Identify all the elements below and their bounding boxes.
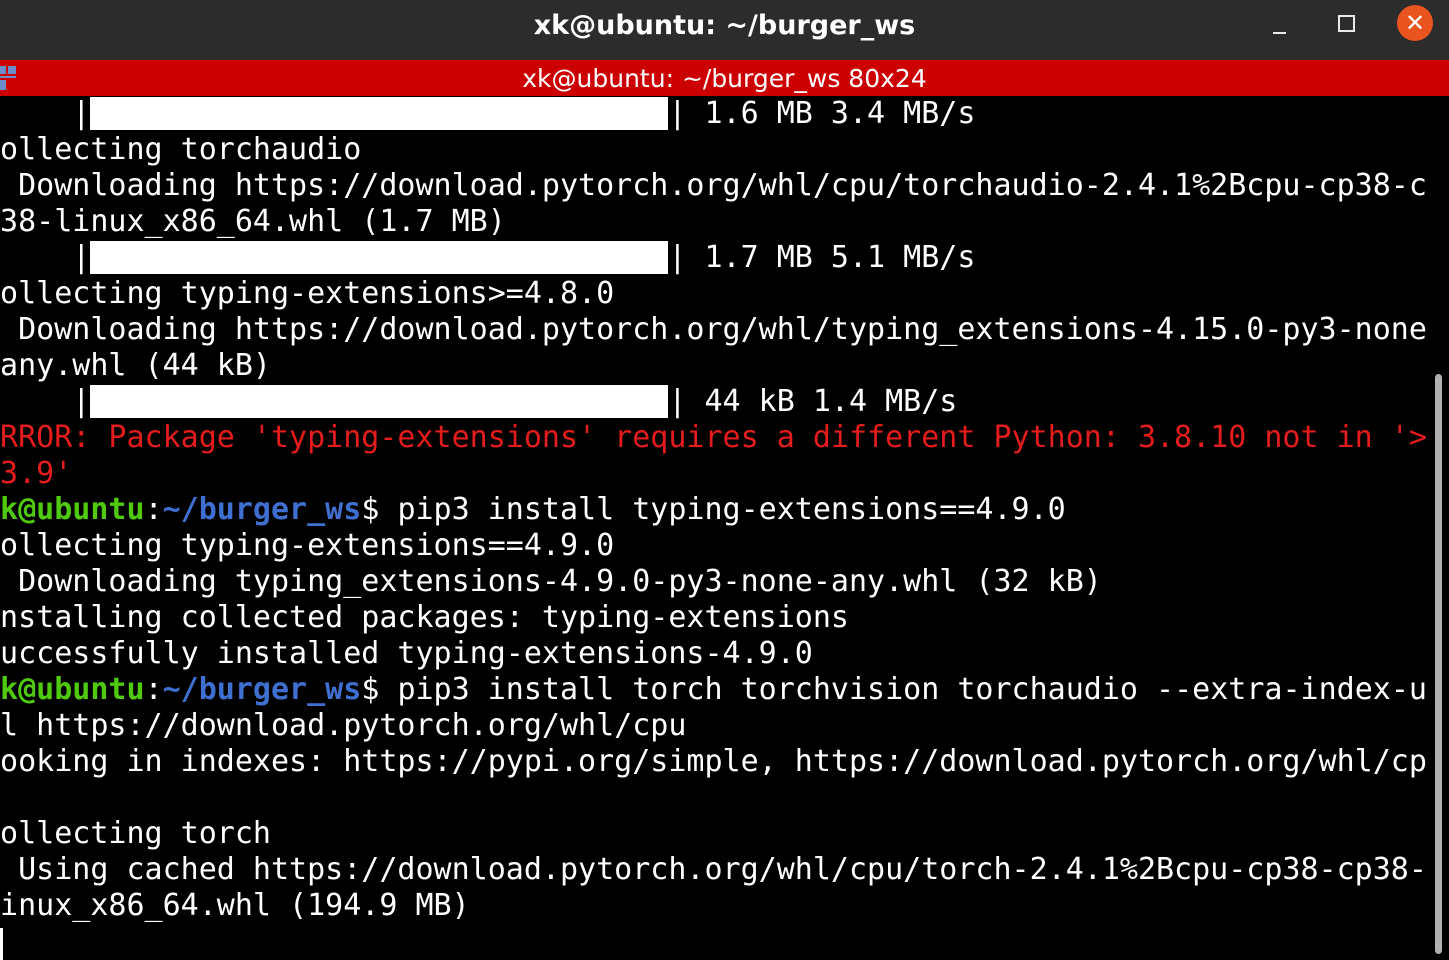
error-line: u xyxy=(0,780,1427,816)
minimize-icon xyxy=(1273,32,1286,34)
window-titlebar[interactable]: xk@ubuntu: ~/burger_ws ✕ xyxy=(0,0,1449,60)
output-line: -any.whl (44 kB) xyxy=(0,348,1427,384)
progress-bar-left: | xyxy=(72,240,91,275)
scrollbar-thumb[interactable] xyxy=(1435,374,1442,954)
progress-line: | | 1.6 MB 3.4 MB/s xyxy=(0,96,1427,132)
progress-bar-fill xyxy=(90,97,669,130)
output-line: Collecting typing-extensions==4.9.0 xyxy=(0,528,1427,564)
prompt-symbol: $ xyxy=(361,672,398,707)
output-text: Installing collected packages: typing-ex… xyxy=(0,600,849,635)
window-title: xk@ubuntu: ~/burger_ws xyxy=(533,10,916,41)
output-text: Collecting torchaudio xyxy=(0,132,362,167)
output-text: -any.whl (44 kB) xyxy=(0,348,271,383)
output-line: rl https://download.pytorch.org/whl/cpu xyxy=(0,708,1427,744)
terminal-tab-bar: xk@ubuntu: ~/burger_ws 80x24 xyxy=(0,60,1449,96)
progress-bar-fill xyxy=(90,385,669,418)
tab-title: xk@ubuntu: ~/burger_ws 80x24 xyxy=(522,64,927,93)
output-text: Using cached https://download.pytorch.or… xyxy=(0,852,1427,887)
prompt-path: ~/burger_ws xyxy=(162,672,362,707)
output-text: Downloading https://download.pytorch.org… xyxy=(0,312,1427,347)
prompt-user: xk@ubuntu xyxy=(0,492,145,527)
progress-line: | | 44 kB 1.4 MB/s xyxy=(0,384,1427,420)
output-line: Downloading https://download.pytorch.org… xyxy=(0,168,1427,204)
output-text: p38-linux_x86_64.whl (1.7 MB) xyxy=(0,204,506,239)
output-text: Downloading https://download.pytorch.org… xyxy=(0,168,1427,203)
output-line: linux_x86_64.whl (194.9 MB) xyxy=(0,888,1427,924)
output-line: Collecting torch xyxy=(0,816,1427,852)
progress-stats: | 1.6 MB 3.4 MB/s xyxy=(668,96,976,131)
output-line: Collecting torchaudio xyxy=(0,132,1427,168)
output-line: Collecting typing-extensions>=4.8.0 xyxy=(0,276,1427,312)
progress-bar-fill xyxy=(90,241,669,274)
output-line: Successfully installed typing-extensions… xyxy=(0,636,1427,672)
prompt-separator: : xyxy=(144,672,163,707)
output-line: Looking in indexes: https://pypi.org/sim… xyxy=(0,744,1427,780)
scrollbar[interactable] xyxy=(1427,96,1449,960)
close-button[interactable]: ✕ xyxy=(1397,5,1433,41)
prompt-user: xk@ubuntu xyxy=(0,672,145,707)
maximize-icon xyxy=(1338,15,1355,32)
output-line: Using cached https://download.pytorch.or… xyxy=(0,852,1427,888)
progress-stats: | 44 kB 1.4 MB/s xyxy=(668,384,958,419)
minimize-button[interactable] xyxy=(1262,8,1296,42)
output-text: Collecting typing-extensions>=4.8.0 xyxy=(0,276,615,311)
progress-bar-left: | xyxy=(72,96,91,131)
progress-line: | | 1.7 MB 5.1 MB/s xyxy=(0,240,1427,276)
output-text: Successfully installed typing-extensions… xyxy=(0,636,813,671)
output-line: Installing collected packages: typing-ex… xyxy=(0,600,1427,636)
close-icon: ✕ xyxy=(1404,9,1426,37)
prompt-symbol: $ xyxy=(361,492,398,527)
progress-bar-left: | xyxy=(72,384,91,419)
output-text: Collecting torch xyxy=(0,816,271,851)
output-text: linux_x86_64.whl (194.9 MB) xyxy=(0,888,470,923)
output-line: p38-linux_x86_64.whl (1.7 MB) xyxy=(0,204,1427,240)
command-text: pip3 install typing-extensions==4.9.0 xyxy=(397,492,1066,527)
output-text: rl https://download.pytorch.org/whl/cpu xyxy=(0,708,687,743)
prompt-path: ~/burger_ws xyxy=(162,492,362,527)
command-text: pip3 install torch torchvision torchaudi… xyxy=(397,672,1427,707)
prompt-line: xk@ubuntu:~/burger_ws$ pip3 install torc… xyxy=(0,672,1427,708)
output-line: Downloading typing_extensions-4.9.0-py3-… xyxy=(0,564,1427,600)
maximize-button[interactable] xyxy=(1330,8,1364,42)
error-text: ERROR: Package 'typing-extensions' requi… xyxy=(0,420,1427,455)
terminal-cursor xyxy=(0,928,3,960)
terminal-output[interactable]: | | 1.6 MB 3.4 MB/s Collecting torchaudio … xyxy=(0,96,1427,960)
output-text: Collecting typing-extensions==4.9.0 xyxy=(0,528,615,563)
error-text: =3.9' xyxy=(0,456,73,491)
prompt-separator: : xyxy=(144,492,163,527)
output-text: Looking in indexes: https://pypi.org/sim… xyxy=(0,744,1427,779)
error-line: ERROR: Package 'typing-extensions' requi… xyxy=(0,420,1427,456)
error-line: =3.9' xyxy=(0,456,1427,492)
progress-stats: | 1.7 MB 5.1 MB/s xyxy=(668,240,976,275)
output-text: Downloading typing_extensions-4.9.0-py3-… xyxy=(0,564,1102,599)
prompt-line: xk@ubuntu:~/burger_ws$ pip3 install typi… xyxy=(0,492,1427,528)
terminal-lines: | | 1.6 MB 3.4 MB/s Collecting torchaudio … xyxy=(0,96,1427,924)
output-line: Downloading https://download.pytorch.org… xyxy=(0,312,1427,348)
